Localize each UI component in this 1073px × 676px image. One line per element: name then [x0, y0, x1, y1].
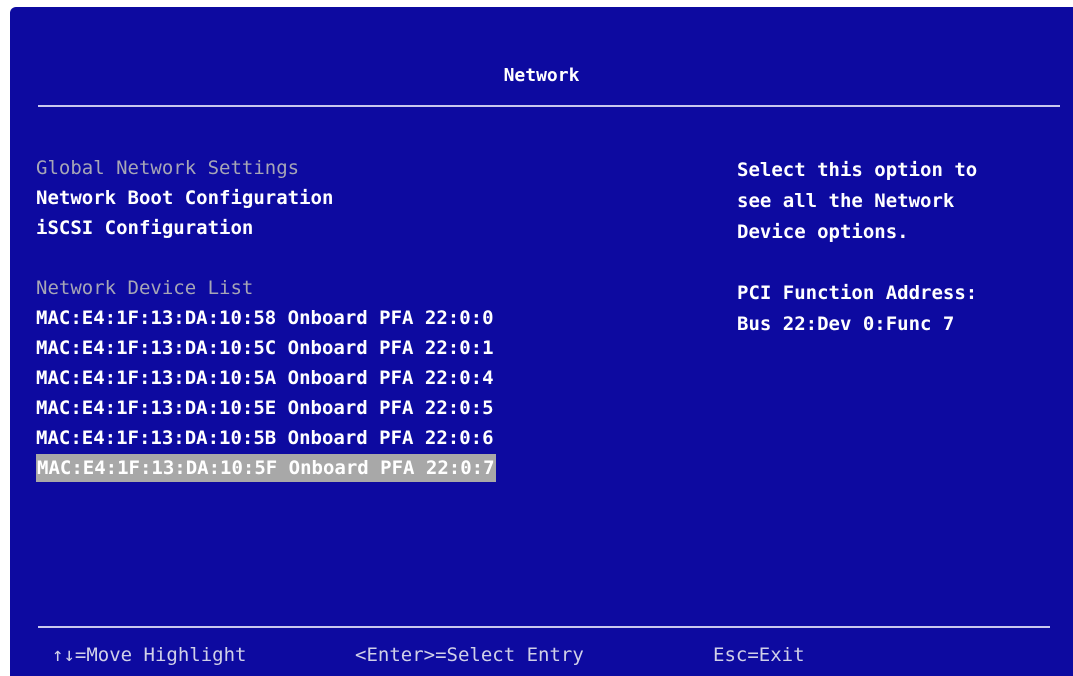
page-title: Network — [503, 65, 580, 86]
menu-item-network-boot-configuration[interactable]: Network Boot Configuration — [36, 183, 676, 213]
help-spacer — [737, 248, 1057, 278]
pci-address-label: PCI Function Address: — [737, 282, 978, 304]
device-item-selected[interactable]: MAC:E4:1F:13:DA:10:5F Onboard PFA 22:0:7 — [36, 454, 496, 482]
pci-address-value: Bus 22:Dev 0:Func 7 — [737, 313, 955, 335]
key-hints-bar: ↑↓=Move Highlight <Enter>=Select Entry E… — [10, 640, 1073, 670]
device-list-heading: Network Device List — [36, 277, 254, 299]
help-panel: Select this option to see all the Networ… — [737, 155, 1057, 340]
device-item[interactable]: MAC:E4:1F:13:DA:10:5A Onboard PFA 22:0:4 — [36, 363, 676, 393]
bios-screen: Network Global Network Settings Network … — [10, 7, 1073, 676]
help-text-line: Select this option to — [737, 159, 978, 181]
help-text-line: see all the Network — [737, 190, 955, 212]
device-item[interactable]: MAC:E4:1F:13:DA:10:5E Onboard PFA 22:0:5 — [36, 393, 676, 423]
select-entry-hint: <Enter>=Select Entry — [355, 644, 584, 666]
device-item[interactable]: MAC:E4:1F:13:DA:10:58 Onboard PFA 22:0:0 — [36, 303, 676, 333]
menu-item-global-network-settings[interactable]: Global Network Settings — [36, 153, 676, 183]
help-text-line: Device options. — [737, 221, 909, 243]
footer-divider — [38, 626, 1050, 628]
header-divider — [38, 105, 1060, 107]
device-item[interactable]: MAC:E4:1F:13:DA:10:5B Onboard PFA 22:0:6 — [36, 423, 676, 453]
move-highlight-hint: ↑↓=Move Highlight — [52, 644, 247, 666]
device-item[interactable]: MAC:E4:1F:13:DA:10:5C Onboard PFA 22:0:1 — [36, 333, 676, 363]
menu-panel: Global Network Settings Network Boot Con… — [36, 153, 676, 483]
menu-item-iscsi-configuration[interactable]: iSCSI Configuration — [36, 213, 676, 243]
exit-hint: Esc=Exit — [713, 644, 805, 666]
menu-spacer — [36, 243, 676, 273]
